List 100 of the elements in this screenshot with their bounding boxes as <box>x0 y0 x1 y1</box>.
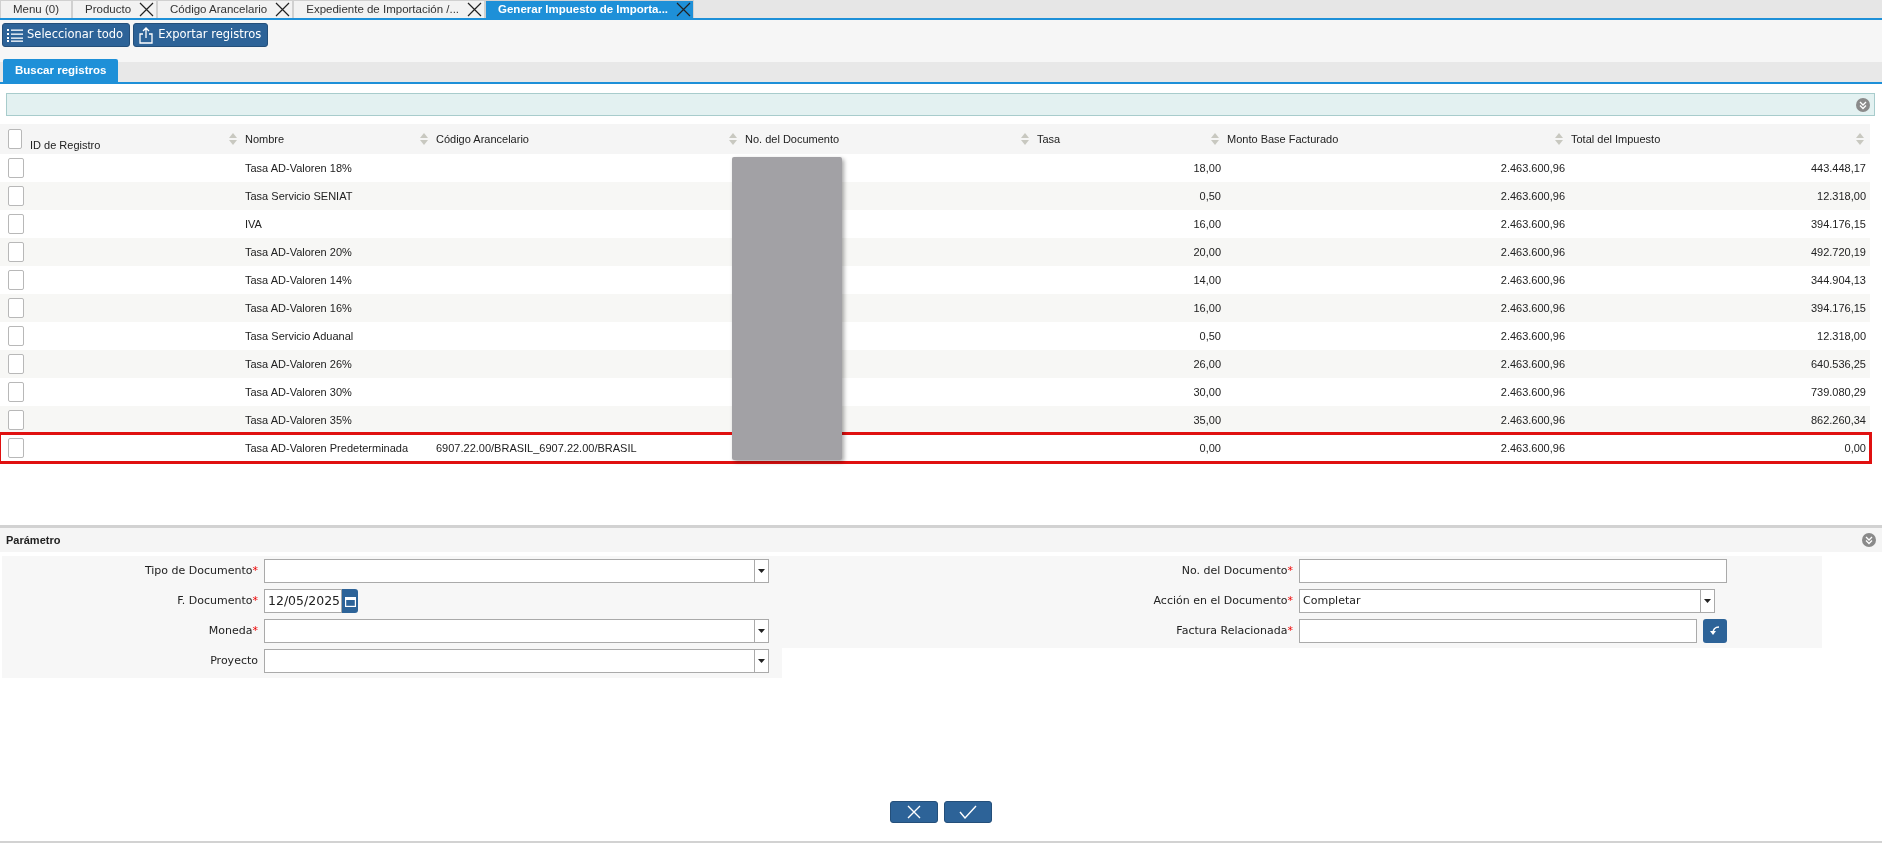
close-icon[interactable] <box>139 2 155 17</box>
table-cell-text: 2.463.600,96 <box>1500 160 1565 176</box>
table-cell-text: 0,50 <box>1199 328 1221 344</box>
row-checkbox[interactable] <box>8 158 24 178</box>
select-all-checkbox[interactable] <box>8 129 22 149</box>
column-header[interactable]: No. del Documento <box>745 130 840 148</box>
table-cell-text: 14,00 <box>1193 272 1221 288</box>
table-cell-text: 2.463.600,96 <box>1500 328 1565 344</box>
dropdown-field[interactable] <box>264 559 769 583</box>
row-checkbox[interactable] <box>8 186 24 206</box>
field-label: Proyecto <box>210 653 258 667</box>
table-cell-text: 2.463.600,96 <box>1500 244 1565 260</box>
dropdown-field[interactable]: Completar <box>1299 589 1715 613</box>
export-icon <box>138 26 155 44</box>
dropdown-field[interactable] <box>264 619 769 643</box>
window-tab[interactable]: Producto <box>72 0 158 18</box>
cancel-button[interactable] <box>890 801 938 823</box>
table-cell-text: 12.318,00 <box>1817 328 1866 344</box>
table-cell-text: Tasa Servicio SENIAT <box>245 188 353 204</box>
table-cell-text: 30,00 <box>1193 384 1221 400</box>
row-checkbox[interactable] <box>8 326 24 346</box>
table-cell-text: 344.904,13 <box>1810 272 1866 288</box>
field-label: F. Documento <box>177 593 253 607</box>
close-icon[interactable] <box>467 2 483 17</box>
table-cell-text: 2.463.600,96 <box>1500 272 1565 288</box>
caret-icon[interactable] <box>758 629 765 633</box>
column-header[interactable]: Código Arancelario <box>436 130 529 148</box>
table-cell-text: 2.463.600,96 <box>1500 412 1565 428</box>
table-cell-text: 16,00 <box>1193 216 1221 232</box>
field-label: Factura Relacionada <box>1176 623 1288 637</box>
window-tab[interactable]: Expediente de Importación /... <box>293 0 486 18</box>
table-cell-text: Tasa AD-Valoren Predeterminada <box>245 440 409 456</box>
row-checkbox[interactable] <box>8 298 24 318</box>
sort-icon[interactable] <box>1555 133 1563 145</box>
column-header[interactable]: ID de Registro <box>30 136 101 154</box>
date-field[interactable]: 12/05/2025 <box>264 589 342 613</box>
sort-icon[interactable] <box>1211 133 1219 145</box>
row-checkbox[interactable] <box>8 410 24 430</box>
table-cell-text: 862.260,34 <box>1810 412 1866 428</box>
check-icon <box>959 805 977 819</box>
table-cell-text: 18,00 <box>1193 160 1221 176</box>
table-cell-text: 16,00 <box>1193 300 1221 316</box>
field-label: Tipo de Documento <box>144 563 253 577</box>
table-cell-text: 35,00 <box>1193 412 1221 428</box>
required-marker: * <box>252 623 258 637</box>
field-label: Acción en el Documento <box>1153 593 1288 607</box>
row-checkbox[interactable] <box>8 214 24 234</box>
required-marker: * <box>252 593 258 607</box>
table-cell-text: Tasa AD-Valoren 18% <box>245 160 352 176</box>
table-cell-text: 2.463.600,96 <box>1500 384 1565 400</box>
dropdown-field[interactable] <box>264 649 769 673</box>
row-checkbox[interactable] <box>8 382 24 402</box>
table-cell-text: Tasa Servicio Aduanal <box>245 328 354 344</box>
toolbar-button[interactable]: Exportar registros <box>133 23 269 47</box>
required-marker: * <box>252 563 258 577</box>
table-cell-text: Tasa AD-Valoren 14% <box>245 272 352 288</box>
ok-button[interactable] <box>944 801 992 823</box>
table-cell-text: 739.080,29 <box>1810 384 1866 400</box>
search-button[interactable] <box>1703 619 1727 643</box>
table-cell-text: Tasa AD-Valoren 26% <box>245 356 352 372</box>
calendar-icon <box>344 595 356 607</box>
close-icon <box>906 805 922 819</box>
collapse-icon[interactable] <box>1862 533 1876 547</box>
column-header[interactable]: Nombre <box>245 130 285 148</box>
table-cell-text: 2.463.600,96 <box>1500 188 1565 204</box>
row-checkbox[interactable] <box>8 270 24 290</box>
window-tab[interactable]: Menu (0) <box>0 0 73 18</box>
close-icon[interactable] <box>275 2 291 17</box>
column-header[interactable]: Monto Base Facturado <box>1227 130 1339 148</box>
table-cell-text: 0,00 <box>1199 440 1221 456</box>
sort-icon[interactable] <box>1856 133 1864 145</box>
collapse-icon[interactable] <box>1856 97 1870 112</box>
field-label: No. del Documento <box>1181 563 1288 577</box>
input-field[interactable] <box>1299 559 1727 583</box>
table-cell-text: 2.463.600,96 <box>1500 300 1565 316</box>
sort-icon[interactable] <box>1021 133 1029 145</box>
table-cell-text: Tasa AD-Valoren 35% <box>245 412 352 428</box>
table-cell-text: 2.463.600,96 <box>1500 356 1565 372</box>
column-header[interactable]: Total del Impuesto <box>1571 130 1661 148</box>
sort-icon[interactable] <box>420 133 428 145</box>
column-header[interactable]: Tasa <box>1037 130 1061 148</box>
calendar-button[interactable] <box>342 589 358 613</box>
caret-icon[interactable] <box>758 659 765 663</box>
table-cell-text: 640.536,25 <box>1810 356 1866 372</box>
window-tab[interactable]: Código Arancelario <box>157 0 294 18</box>
toolbar-button[interactable]: Seleccionar todo <box>2 23 131 47</box>
caret-icon[interactable] <box>1704 599 1711 603</box>
row-checkbox[interactable] <box>8 438 24 458</box>
required-marker: * <box>1287 623 1293 637</box>
caret-icon[interactable] <box>758 569 765 573</box>
search-bar[interactable] <box>6 93 1875 116</box>
table-cell-text: Tasa AD-Valoren 16% <box>245 300 352 316</box>
required-marker: * <box>1287 593 1293 607</box>
sort-icon[interactable] <box>729 133 737 145</box>
row-checkbox[interactable] <box>8 354 24 374</box>
input-field[interactable] <box>1299 619 1697 643</box>
sort-icon[interactable] <box>229 133 237 145</box>
row-checkbox[interactable] <box>8 242 24 262</box>
section-title: Parámetro <box>6 532 61 548</box>
table-cell-text: 6907.22.00/BRASIL_6907.22.00/BRASIL <box>436 440 637 456</box>
